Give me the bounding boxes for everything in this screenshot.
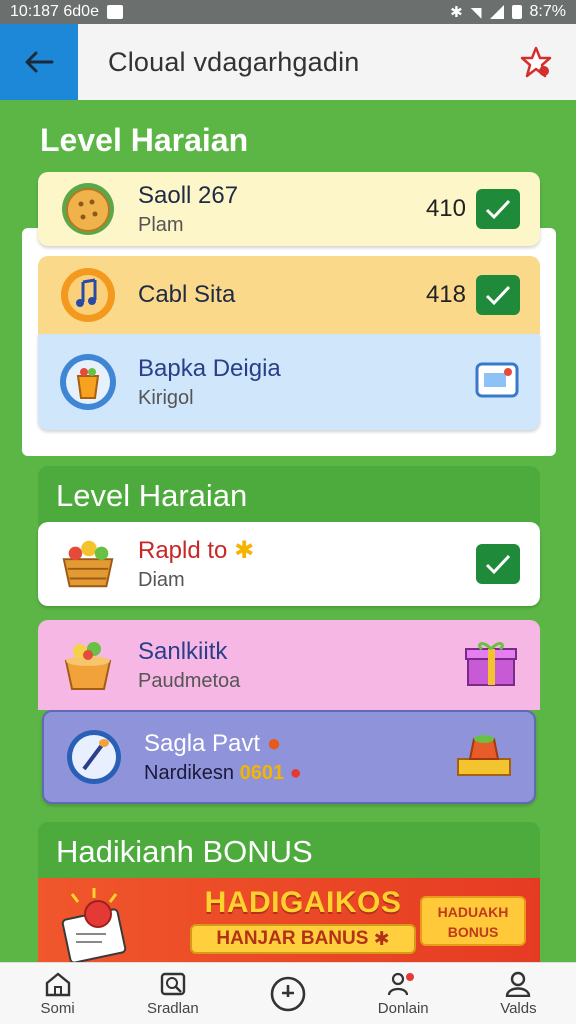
item-count: 410: [425, 195, 466, 222]
item-subtitle: Kirigol: [138, 386, 194, 409]
item-subtitle: Plam: [138, 213, 184, 236]
list-item-saoll[interactable]: Saoll 267 Plam 410: [38, 172, 540, 246]
clock-text: 10:187 6d0e: [10, 3, 99, 20]
list-item-rapld[interactable]: Rapld to ✱ Diam: [38, 522, 540, 606]
page-title: Cloual vdagarhgadin: [108, 46, 360, 77]
nav-item-center[interactable]: [230, 963, 345, 1024]
sparkle-icon: ✱: [373, 928, 390, 950]
list-item-bapka[interactable]: Bapka Deigia Kirigol: [38, 334, 540, 430]
user-icon: [506, 971, 531, 997]
list-item-sagla-pavt[interactable]: Sagla Pavt ● Nardikesn 0601 ●: [42, 710, 536, 804]
brush-icon: [64, 727, 124, 787]
bonus-book-icon: [54, 884, 144, 964]
list-item-cabl-sita[interactable]: Cabl Sita 418: [38, 256, 540, 334]
wifi-icon: ◥: [470, 3, 482, 20]
item-name: Rapld to ✱: [138, 537, 255, 564]
item-subtitle: Diam: [138, 569, 185, 591]
sparkle-icon: ✱: [234, 537, 255, 564]
item-name: Cabl Sita: [138, 281, 236, 308]
section-header-bonus: Hadikianh BONUS: [38, 822, 540, 882]
music-note-icon: [58, 265, 118, 325]
search-icon: [160, 972, 185, 995]
section-title-bonus: Hadikianh BONUS: [56, 834, 313, 869]
compass-icon: [270, 976, 306, 1011]
nav-item-search[interactable]: Sradlan: [115, 963, 230, 1024]
bonus-banner[interactable]: HADIGAIKOS HANJAR BANUS ✱ HADUAKH BONUS: [38, 878, 540, 964]
nav-item-people[interactable]: Donlain: [346, 963, 461, 1024]
check-icon: [485, 199, 511, 220]
coin-value: 0601: [239, 761, 285, 784]
checkbox-checked[interactable]: [476, 544, 520, 584]
ticket-icon[interactable]: [474, 360, 520, 405]
banner-title: HADIGAIKOS: [204, 886, 402, 919]
favorite-button[interactable]: [518, 44, 554, 80]
people-icon: [388, 972, 415, 995]
section-header-level: Level Haraian: [38, 466, 540, 526]
signal-icon: [489, 5, 504, 19]
treasure-icon[interactable]: [454, 729, 514, 786]
popcorn-icon: [58, 635, 118, 695]
banner-main: HADIGAIKOS HANJAR BANUS ✱: [168, 886, 438, 956]
bluetooth-icon: ✱: [450, 4, 463, 21]
item-name: Bapka Deigia: [138, 354, 281, 382]
item-subtitle: Paudmetoa: [138, 669, 241, 692]
fruit-basket-icon: [58, 534, 118, 594]
battery-icon: [511, 5, 522, 19]
item-name: Saoll 267: [138, 181, 239, 209]
check-icon: [485, 554, 511, 575]
nav-item-profile[interactable]: Valds: [461, 963, 576, 1024]
nav-item-home[interactable]: Somi: [0, 963, 115, 1024]
list-item-sanlkiitk[interactable]: Sanlkiitk Paudmetoa: [38, 620, 540, 710]
item-name: Sagla Pavt ●: [144, 729, 282, 757]
section-title-level: Level Haraian: [40, 122, 249, 158]
item-name: Sanlkiitk: [138, 637, 228, 665]
image-notification-icon: [106, 5, 123, 19]
home-icon: [45, 971, 70, 996]
battery-text: 8:7%: [529, 3, 566, 20]
bottom-nav: Somi Sradlan Donlain Valds: [0, 962, 576, 1024]
coin-icon: ●: [266, 729, 282, 757]
drink-cup-icon: [58, 352, 118, 412]
banner-button[interactable]: HANJAR BANUS ✱: [190, 924, 416, 954]
arrow-left-icon: [25, 51, 54, 73]
checkbox-checked[interactable]: [476, 275, 520, 315]
status-bar: 10:187 6d0e ✱ ◥ 8:7%: [0, 0, 576, 24]
app-bar: Cloual vdagarhgadin: [0, 24, 576, 100]
section-title-level: Level Haraian: [56, 478, 248, 513]
item-subtitle: Nardikesn 0601 ●: [144, 761, 302, 784]
cookie-icon: [58, 179, 118, 239]
back-button[interactable]: [0, 24, 78, 100]
item-count: 418: [425, 281, 466, 308]
bonus-badge[interactable]: HADUAKH BONUS: [420, 896, 526, 946]
check-icon: [485, 285, 511, 306]
coin-red-icon: ●: [289, 761, 302, 784]
gift-box-icon[interactable]: [462, 637, 520, 694]
star-icon: [520, 46, 552, 78]
checkbox-checked[interactable]: [476, 189, 520, 229]
